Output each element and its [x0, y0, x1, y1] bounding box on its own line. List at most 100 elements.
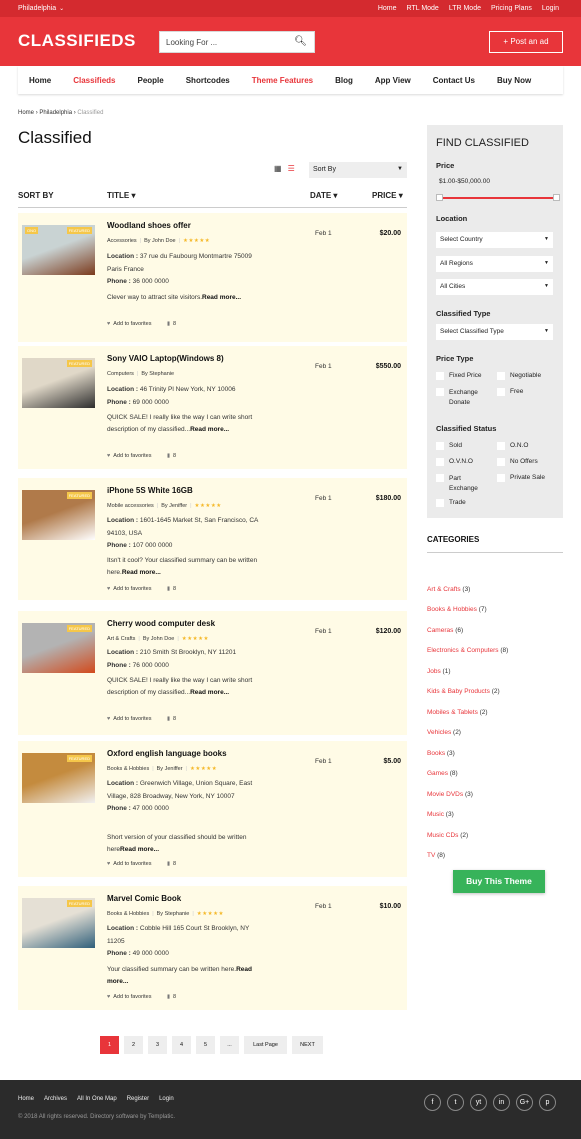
listing-category[interactable]: Accessories [107, 238, 137, 244]
category-item[interactable]: Books (3) [427, 750, 455, 757]
category-item[interactable]: Music (3) [427, 811, 454, 818]
site-logo[interactable]: CLASSIFIEDS [18, 31, 136, 51]
read-more-link[interactable]: Read more... [190, 689, 229, 696]
slider-max-handle[interactable] [553, 194, 560, 201]
listing-thumbnail[interactable]: FEATURED [22, 358, 95, 408]
category-name[interactable]: Books [427, 750, 445, 757]
listing-thumbnail[interactable]: FEATURED [22, 898, 95, 948]
city-selector[interactable]: Philadelphia ⌄ [18, 5, 64, 12]
city-select[interactable]: All Cities ▼ [436, 279, 553, 295]
checkbox[interactable] [497, 442, 505, 450]
heart-icon[interactable]: ♥ [107, 453, 110, 459]
category-item[interactable]: Kids & Baby Products (2) [427, 688, 500, 695]
pagination-item[interactable]: 2 [124, 1036, 143, 1054]
checkbox[interactable] [436, 458, 444, 466]
category-name[interactable]: Jobs [427, 668, 441, 675]
category-name[interactable]: Kids & Baby Products [427, 688, 490, 695]
post-ad-button[interactable]: + Post an ad [489, 31, 563, 53]
category-name[interactable]: Games [427, 770, 448, 777]
checkbox[interactable] [497, 372, 505, 380]
category-name[interactable]: Mobiles & Tablets [427, 709, 478, 716]
add-to-favorites-link[interactable]: Add to favorites [113, 586, 151, 592]
sort-select[interactable]: Sort By ▼ [309, 162, 407, 178]
read-more-link[interactable]: Read more... [122, 569, 161, 576]
read-more-link[interactable]: Read more... [202, 294, 241, 301]
footer-link-map[interactable]: All In One Map [77, 1096, 117, 1102]
classified-type-select[interactable]: Select Classified Type ▼ [436, 324, 553, 340]
listing-author[interactable]: By Stephanie [141, 371, 174, 377]
nav-item-theme-features[interactable]: Theme Features [241, 76, 324, 85]
category-name[interactable]: Books & Hobbies [427, 606, 477, 613]
country-select[interactable]: Select Country ▼ [436, 232, 553, 248]
nav-item-home[interactable]: Home [18, 76, 62, 85]
category-item[interactable]: Music CDs (2) [427, 832, 468, 839]
checkbox[interactable] [497, 474, 505, 482]
pagination-item[interactable]: 1 [100, 1036, 119, 1054]
top-link-pricing[interactable]: Pricing Plans [491, 5, 532, 12]
category-item[interactable]: Art & Crafts (3) [427, 586, 470, 593]
top-link-rtl[interactable]: RTL Mode [407, 5, 439, 12]
listing-title[interactable]: Sony VAIO Laptop(Windows 8) [107, 354, 224, 363]
category-name[interactable]: Music CDs [427, 832, 458, 839]
search-icon[interactable]: 🔍︎ [294, 36, 307, 47]
add-to-favorites-link[interactable]: Add to favorites [113, 321, 151, 327]
category-name[interactable]: Cameras [427, 627, 453, 634]
checkbox[interactable] [497, 388, 505, 396]
pagination-item[interactable]: NEXT [292, 1036, 323, 1054]
checkbox[interactable] [436, 499, 444, 507]
nav-item-app-view[interactable]: App View [364, 76, 422, 85]
column-title[interactable]: TITLE ▾ [107, 191, 135, 200]
category-item[interactable]: Jobs (1) [427, 668, 451, 675]
footer-link-register[interactable]: Register [127, 1096, 149, 1102]
listing-title[interactable]: Cherry wood computer desk [107, 619, 215, 628]
listing-author[interactable]: By Stephanie [157, 911, 190, 917]
category-item[interactable]: Books & Hobbies (7) [427, 606, 487, 613]
add-to-favorites-link[interactable]: Add to favorites [113, 716, 151, 722]
comment-count[interactable]: 8 [173, 453, 176, 459]
listing-author[interactable]: By John Doe [144, 238, 176, 244]
nav-item-buy-now[interactable]: Buy Now [486, 76, 542, 85]
listing-category[interactable]: Computers [107, 371, 134, 377]
linkedin-icon[interactable]: in [493, 1094, 510, 1111]
search-input[interactable]: Looking For ... 🔍︎ [159, 31, 315, 53]
comment-count[interactable]: 8 [173, 321, 176, 327]
listing-thumbnail[interactable]: ONO FEATURED [22, 225, 95, 275]
add-to-favorites-link[interactable]: Add to favorites [113, 861, 151, 867]
heart-icon[interactable]: ♥ [107, 586, 110, 592]
category-item[interactable]: Games (8) [427, 770, 458, 777]
heart-icon[interactable]: ♥ [107, 716, 110, 722]
add-to-favorites-link[interactable]: Add to favorites [113, 994, 151, 1000]
category-name[interactable]: TV [427, 852, 435, 859]
listing-category[interactable]: Books & Hobbies [107, 766, 149, 772]
column-price[interactable]: PRICE ▾ [372, 191, 403, 200]
breadcrumb-city[interactable]: Philadelphia [39, 110, 72, 116]
listing-category[interactable]: Mobile accessories [107, 503, 154, 509]
category-name[interactable]: Movie DVDs [427, 791, 463, 798]
footer-link-login[interactable]: Login [159, 1096, 174, 1102]
comment-count[interactable]: 8 [173, 586, 176, 592]
listing-category[interactable]: Books & Hobbies [107, 911, 149, 917]
heart-icon[interactable]: ♥ [107, 994, 110, 1000]
nav-item-people[interactable]: People [126, 76, 174, 85]
checkbox[interactable] [436, 474, 444, 482]
category-name[interactable]: Art & Crafts [427, 586, 461, 593]
pagination-item[interactable]: 3 [148, 1036, 167, 1054]
category-item[interactable]: Vehicles (2) [427, 729, 461, 736]
category-name[interactable]: Vehicles [427, 729, 451, 736]
top-link-home[interactable]: Home [378, 5, 397, 12]
listing-thumbnail[interactable]: FEATURED [22, 490, 95, 540]
checkbox[interactable] [436, 388, 444, 396]
category-item[interactable]: TV (8) [427, 852, 445, 859]
category-name[interactable]: Electronics & Computers [427, 647, 499, 654]
nav-item-blog[interactable]: Blog [324, 76, 364, 85]
pinterest-icon[interactable]: p [539, 1094, 556, 1111]
listing-title[interactable]: Marvel Comic Book [107, 894, 181, 903]
footer-link-archives[interactable]: Archives [44, 1096, 67, 1102]
listing-category[interactable]: Art & Crafts [107, 636, 135, 642]
category-item[interactable]: Movie DVDs (3) [427, 791, 473, 798]
listing-author[interactable]: By John Doe [143, 636, 175, 642]
category-item[interactable]: Mobiles & Tablets (2) [427, 709, 488, 716]
listing-title[interactable]: iPhone 5S White 16GB [107, 486, 193, 495]
heart-icon[interactable]: ♥ [107, 321, 110, 327]
listing-thumbnail[interactable]: FEATURED [22, 753, 95, 803]
